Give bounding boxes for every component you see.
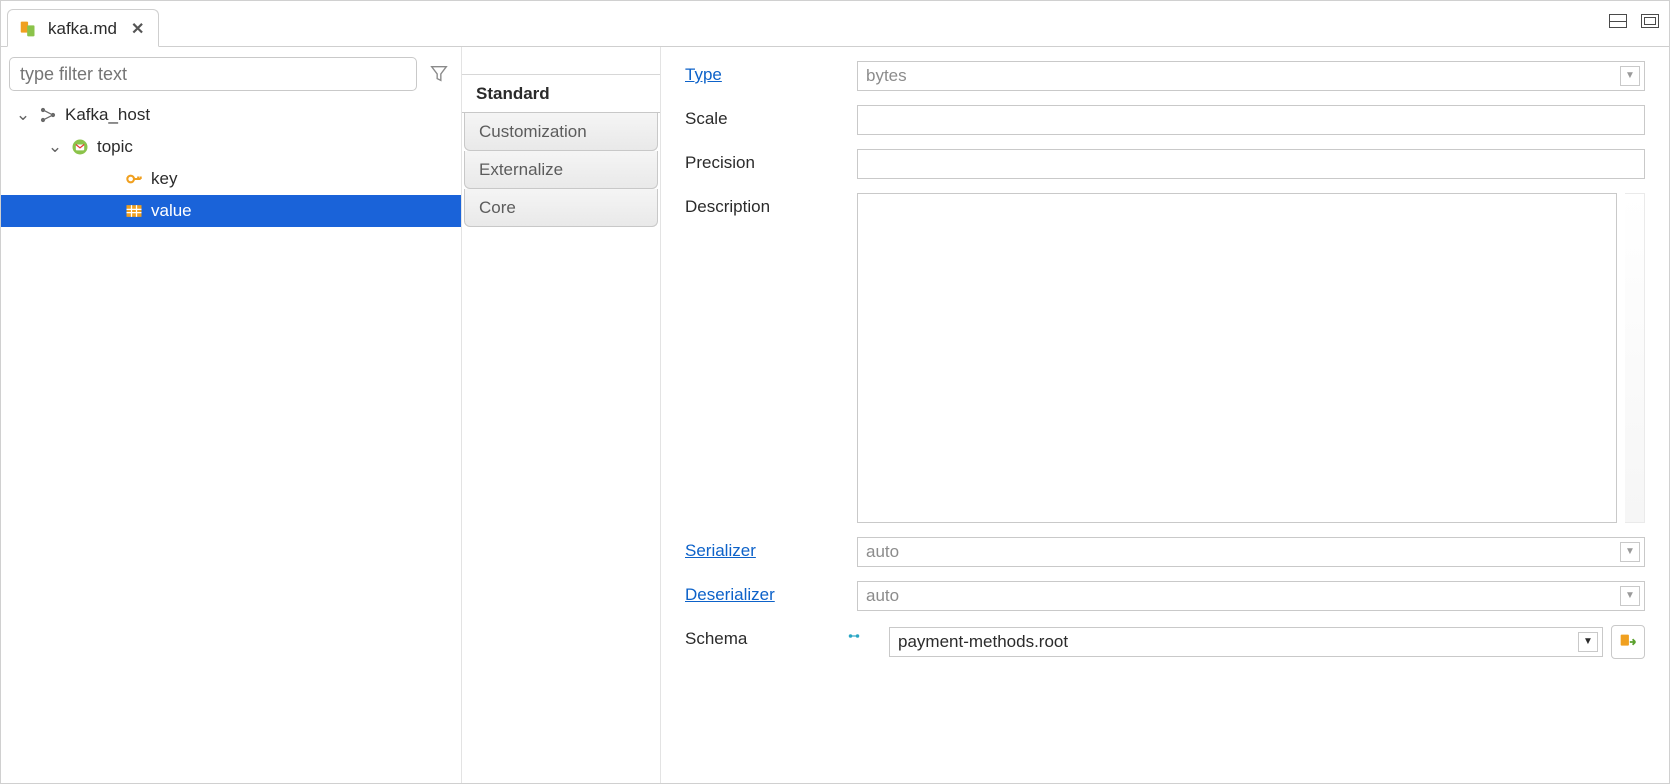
close-tab-icon[interactable]: ✕ bbox=[131, 19, 144, 39]
structure-tree[interactable]: ⌄ Kafka_host ⌄ bbox=[1, 97, 461, 783]
description-label: Description bbox=[685, 193, 835, 217]
open-schema-button[interactable] bbox=[1611, 625, 1645, 659]
category-tab-externalize[interactable]: Externalize bbox=[464, 151, 658, 189]
table-icon bbox=[123, 200, 145, 222]
link-icon bbox=[843, 625, 865, 647]
filter-input[interactable] bbox=[9, 57, 417, 91]
chevron-down-icon: ⌄ bbox=[47, 137, 63, 157]
description-textarea[interactable] bbox=[857, 193, 1617, 523]
schema-select[interactable]: payment-methods.root ▼ bbox=[889, 627, 1603, 657]
editor-tab-kafka-md[interactable]: kafka.md ✕ bbox=[7, 9, 159, 47]
tab-bar: kafka.md ✕ bbox=[1, 1, 1669, 47]
tree-node-key[interactable]: key bbox=[1, 163, 461, 195]
scale-label: Scale bbox=[685, 105, 835, 129]
graph-icon bbox=[37, 104, 59, 126]
window-controls bbox=[1609, 14, 1669, 46]
schema-label: Schema bbox=[685, 625, 835, 649]
chevron-down-icon: ▼ bbox=[1620, 542, 1640, 562]
category-tab-standard[interactable]: Standard bbox=[462, 75, 660, 113]
structure-panel: ⌄ Kafka_host ⌄ bbox=[1, 47, 461, 783]
filter-icon[interactable] bbox=[425, 59, 453, 89]
category-tab-core[interactable]: Core bbox=[464, 189, 658, 227]
precision-label: Precision bbox=[685, 149, 835, 173]
category-tab-customization[interactable]: Customization bbox=[464, 113, 658, 151]
editor-window: kafka.md ✕ ⌄ bbox=[0, 0, 1670, 784]
tree-node-topic[interactable]: ⌄ topic bbox=[1, 131, 461, 163]
deserializer-label[interactable]: Deserializer bbox=[685, 581, 835, 605]
maximize-button[interactable] bbox=[1641, 14, 1659, 28]
key-icon bbox=[123, 168, 145, 190]
serializer-select[interactable]: auto ▼ bbox=[857, 537, 1645, 567]
chevron-down-icon: ▼ bbox=[1620, 66, 1640, 86]
tree-label: Kafka_host bbox=[65, 105, 150, 125]
chevron-down-icon: ▼ bbox=[1620, 586, 1640, 606]
minimize-button[interactable] bbox=[1609, 14, 1627, 28]
scrollbar[interactable] bbox=[1625, 193, 1645, 523]
file-icon bbox=[18, 18, 40, 40]
tree-node-value[interactable]: value bbox=[1, 195, 461, 227]
chevron-down-icon: ⌄ bbox=[15, 105, 31, 125]
scale-input[interactable] bbox=[857, 105, 1645, 135]
chevron-down-icon: ▼ bbox=[1578, 632, 1598, 652]
tree-label: key bbox=[151, 169, 177, 189]
serializer-label[interactable]: Serializer bbox=[685, 537, 835, 561]
editor-tab-label: kafka.md bbox=[48, 19, 117, 39]
tree-label: value bbox=[151, 201, 192, 221]
type-select[interactable]: bytes ▼ bbox=[857, 61, 1645, 91]
topic-icon bbox=[69, 136, 91, 158]
category-tab-list: Standard Customization Externalize Core bbox=[461, 47, 661, 783]
deserializer-select[interactable]: auto ▼ bbox=[857, 581, 1645, 611]
tree-label: topic bbox=[97, 137, 133, 157]
type-label[interactable]: Type bbox=[685, 61, 835, 85]
precision-input[interactable] bbox=[857, 149, 1645, 179]
properties-form: Type bytes ▼ Scale Precision bbox=[661, 47, 1669, 783]
tree-node-kafka-host[interactable]: ⌄ Kafka_host bbox=[1, 99, 461, 131]
